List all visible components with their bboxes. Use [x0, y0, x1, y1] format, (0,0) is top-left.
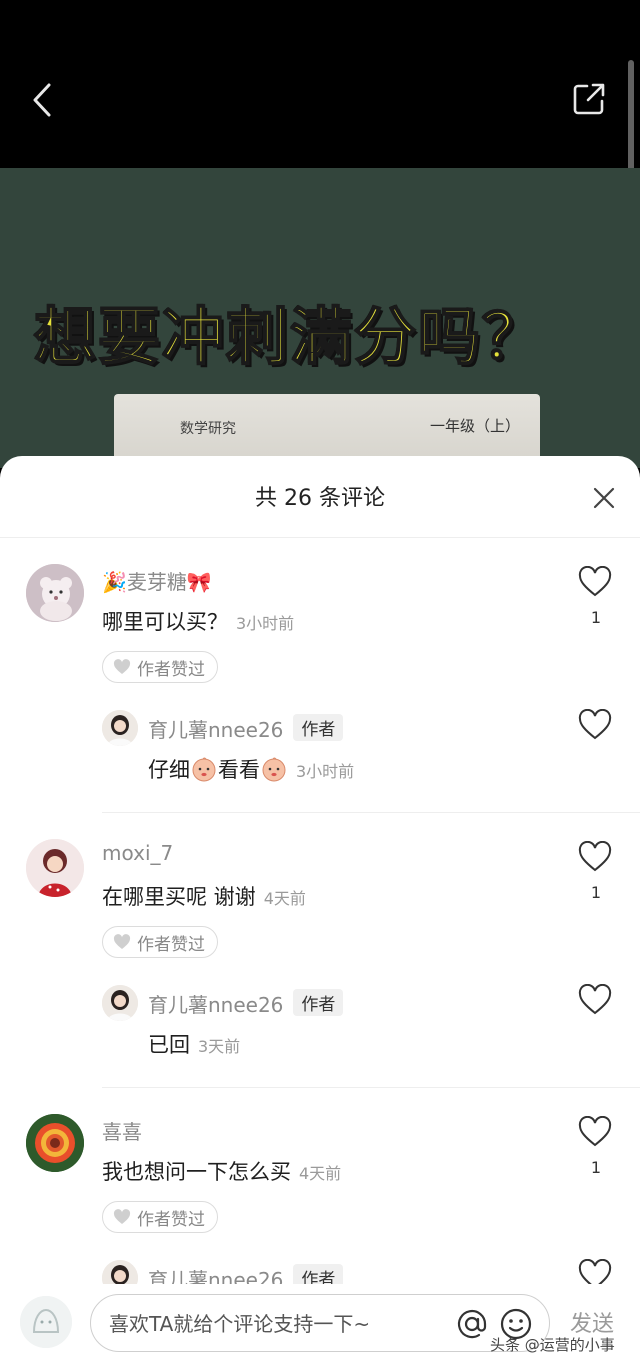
heart-icon — [578, 1115, 612, 1147]
comment-input-box[interactable] — [90, 1294, 550, 1352]
top-bar — [0, 0, 640, 300]
author-liked-label: 作者赞过 — [137, 1209, 205, 1230]
like-button[interactable] — [578, 565, 614, 600]
like-count: 1 — [590, 608, 602, 627]
comment-text: 哪里可以买？ 3小时前 — [102, 606, 294, 636]
mention-button[interactable] — [455, 1307, 489, 1341]
reply-username[interactable]: 育儿薯nnee26 作者 — [148, 714, 344, 743]
heart-icon — [578, 983, 612, 1015]
teddy-bear-avatar-icon — [26, 564, 84, 622]
comment-body: 哪里可以买？ — [102, 610, 228, 634]
comment-text: 在哪里买呢 谢谢 4天前 — [102, 881, 306, 911]
reply-text: 仔细 看看 3小时前 — [148, 754, 354, 784]
reply-like-button[interactable] — [578, 983, 614, 1018]
video-title: 想要冲刺满分吗？ — [33, 299, 547, 374]
flower-avatar-icon — [26, 1114, 84, 1172]
share-icon — [573, 83, 605, 115]
watermark-text: 头条 @运营的小事 — [490, 1336, 615, 1354]
author-liked-badge[interactable]: 作者赞过 — [102, 651, 218, 683]
comment-username[interactable]: 喜喜 — [102, 1116, 142, 1145]
author-tag: 作者 — [293, 714, 344, 741]
avatar[interactable] — [102, 710, 138, 746]
back-icon — [33, 83, 51, 117]
reply-body: 已回 — [148, 1033, 190, 1057]
comment-username[interactable]: 🎉麦芽糖🎀 — [102, 566, 212, 595]
default-avatar-icon — [20, 1296, 72, 1348]
comment-body: 我也想问一下怎么买 — [102, 1160, 291, 1184]
baby-face-emoji-icon — [262, 757, 286, 782]
like-count: 1 — [590, 1158, 602, 1177]
comment-body: 在哪里买呢 谢谢 — [102, 885, 256, 909]
comment-input[interactable] — [109, 1307, 449, 1341]
avatar[interactable] — [26, 1114, 84, 1172]
comment-time: 4天前 — [263, 889, 306, 908]
book-header-text: 数学研究 — [180, 421, 236, 437]
avatar[interactable] — [26, 564, 84, 622]
author-liked-badge[interactable]: 作者赞过 — [102, 926, 218, 958]
heart-icon — [578, 840, 612, 872]
close-icon — [593, 487, 615, 509]
comments-count-title: 共 26 条评论 — [255, 486, 385, 511]
divider — [102, 812, 640, 813]
avatar[interactable] — [26, 839, 84, 897]
my-avatar[interactable] — [20, 1296, 72, 1348]
author-liked-label: 作者赞过 — [137, 659, 205, 680]
heart-icon — [578, 565, 612, 597]
reply-time: 3小时前 — [296, 762, 355, 781]
book-grade-text: 一年级（上） — [430, 417, 521, 435]
at-sign-icon — [457, 1309, 487, 1339]
reply-time: 3天前 — [198, 1037, 241, 1056]
comment-time: 4天前 — [299, 1164, 342, 1183]
comment-input-bar: 发送 头条 @运营的小事 — [0, 1284, 640, 1367]
comments-header: 共 26 条评论 — [0, 456, 640, 538]
reply-text: 已回 3天前 — [148, 1029, 240, 1059]
avatar[interactable] — [102, 985, 138, 1021]
heart-icon — [578, 708, 612, 740]
share-button[interactable] — [566, 76, 612, 122]
reply-body-part1: 仔细 — [148, 758, 190, 782]
heart-filled-icon — [113, 659, 131, 674]
close-button[interactable] — [586, 480, 622, 516]
back-button[interactable] — [22, 78, 62, 122]
author-tag: 作者 — [293, 989, 344, 1016]
video-player[interactable]: 数学研究 一年级（上） 想要冲刺满分吗？ — [0, 168, 640, 468]
comment-time: 3小时前 — [236, 614, 295, 633]
like-count: 1 — [590, 883, 602, 902]
woman-avatar-icon — [102, 985, 138, 1021]
comments-sheet: 共 26 条评论 🎉麦芽糖🎀 哪里可以买？ 3小时前 1 作者赞过 育儿薯nne… — [0, 456, 640, 1367]
reply-like-button[interactable] — [578, 708, 614, 743]
reply-username-text: 育儿薯nnee26 — [148, 993, 284, 1017]
comment-text: 我也想问一下怎么买 4天前 — [102, 1156, 341, 1186]
comment-username[interactable]: moxi_7 — [102, 841, 173, 865]
reply-body-part2: 看看 — [218, 758, 260, 782]
baby-face-emoji-icon — [192, 757, 216, 782]
author-liked-label: 作者赞过 — [137, 934, 205, 955]
heart-filled-icon — [113, 934, 131, 949]
divider — [102, 1087, 640, 1088]
reply-username[interactable]: 育儿薯nnee26 作者 — [148, 989, 344, 1018]
like-button[interactable] — [578, 1115, 614, 1150]
woman-avatar-icon — [102, 710, 138, 746]
reply-username-text: 育儿薯nnee26 — [148, 718, 284, 742]
cartoon-girl-avatar-icon — [26, 839, 84, 897]
heart-filled-icon — [113, 1209, 131, 1224]
like-button[interactable] — [578, 840, 614, 875]
author-liked-badge[interactable]: 作者赞过 — [102, 1201, 218, 1233]
